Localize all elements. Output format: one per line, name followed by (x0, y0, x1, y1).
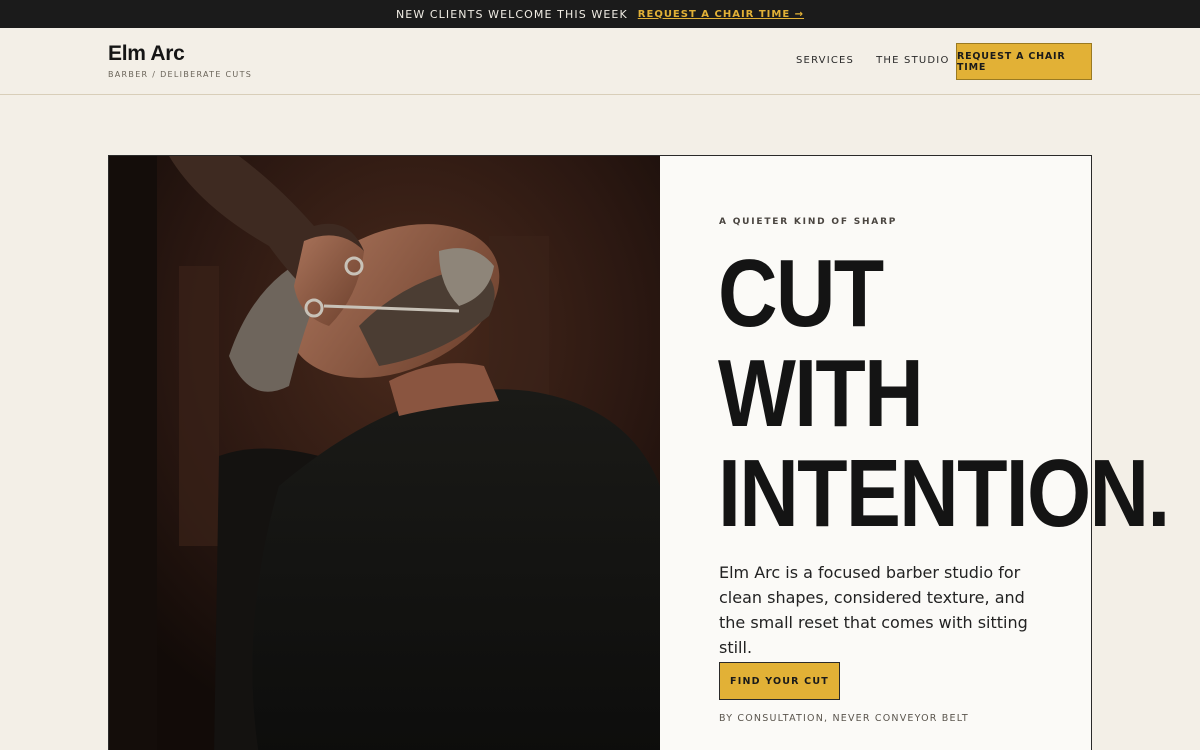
hero-eyebrow: A QUIETER KIND OF SHARP (719, 217, 898, 227)
site-header: Elm Arc BARBER / DELIBERATE CUTS SERVICE… (0, 28, 1200, 95)
brand-tagline: BARBER / DELIBERATE CUTS (108, 70, 253, 79)
hero-photo (109, 156, 660, 750)
announcement-message: NEW CLIENTS WELCOME THIS WEEK (395, 7, 628, 21)
main-nav: SERVICES THE STUDIO (796, 55, 950, 66)
brand-name: Elm Arc (108, 42, 185, 65)
announcement-cta-link[interactable]: REQUEST A CHAIR TIME → (638, 9, 804, 20)
hero-lede: Elm Arc is a focused barber studio for c… (719, 563, 1028, 657)
request-chair-button[interactable]: REQUEST A CHAIR TIME (956, 43, 1092, 80)
hero-section: A QUIETER KIND OF SHARP CUT WITH INTENTI… (108, 155, 1170, 750)
headline-line-1: CUT (718, 240, 884, 347)
headline-line-2: WITH (718, 340, 924, 447)
hero-headline: CUT WITH INTENTION. (718, 244, 1200, 544)
nav-link-the-studio[interactable]: THE STUDIO (876, 55, 949, 66)
nav-link-services[interactable]: SERVICES (796, 55, 854, 66)
headline-line-3: INTENTION. (718, 440, 1170, 547)
announcement-bar: NEW CLIENTS WELCOME THIS WEEK REQUEST A … (0, 0, 1200, 28)
hero-note: BY CONSULTATION, NEVER CONVEYOR BELT (719, 713, 969, 724)
brand[interactable]: Elm Arc BARBER / DELIBERATE CUTS (108, 42, 253, 80)
find-your-cut-button[interactable]: FIND YOUR CUT (719, 662, 840, 700)
barber-photo-icon (109, 156, 660, 750)
